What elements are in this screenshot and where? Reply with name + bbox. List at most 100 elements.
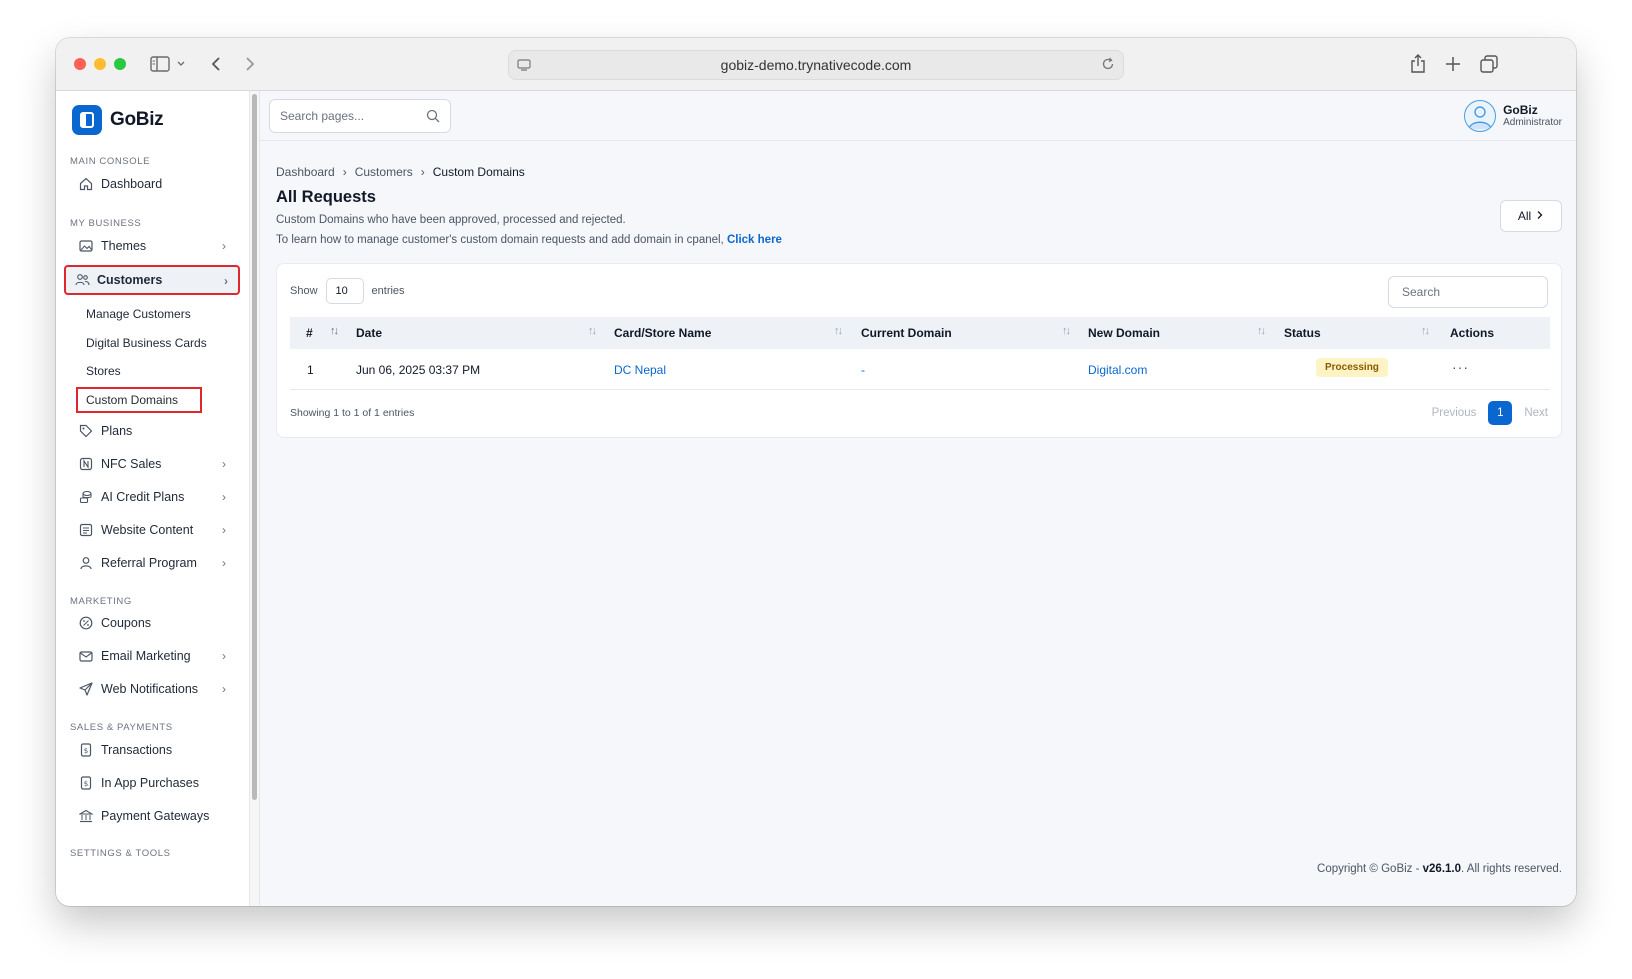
column-header-card-store-name[interactable]: Card/Store Name (614, 326, 711, 340)
pagination-previous[interactable]: Previous (1432, 407, 1477, 419)
sidebar-item-coupons[interactable]: Coupons (70, 609, 236, 637)
table-row: 1 Jun 06, 2025 03:37 PM DC Nepal - Digit… (290, 349, 1550, 390)
maximize-window-button[interactable] (114, 58, 126, 70)
sidebar-subitem-custom-domains[interactable]: Custom Domains (76, 387, 202, 413)
sidebar-item-customers[interactable]: Customers › (64, 265, 240, 295)
column-header-current-domain[interactable]: Current Domain (861, 326, 952, 340)
sidebar-scrollbar[interactable] (252, 94, 257, 800)
pagination-page-1[interactable]: 1 (1488, 401, 1513, 425)
sidebar-item-in-app-purchases[interactable]: $ In App Purchases (70, 769, 236, 797)
brand-logo[interactable]: GoBiz (72, 105, 164, 135)
url-text: gobiz-demo.trynativecode.com (720, 57, 912, 73)
page-size-control: Show 10 entries (290, 278, 405, 304)
breadcrumb-customers[interactable]: Customers (355, 165, 413, 179)
sidebar-item-email-marketing[interactable]: Email Marketing › (70, 642, 236, 670)
chevron-right-icon (1536, 209, 1544, 223)
sidebar-item-dashboard[interactable]: Dashboard (70, 170, 236, 198)
mail-icon (78, 648, 94, 664)
breadcrumb-dashboard[interactable]: Dashboard (276, 165, 335, 179)
row-actions-menu[interactable]: ··· (1452, 359, 1469, 375)
bank-icon (78, 808, 94, 824)
column-header-index[interactable]: # (306, 326, 313, 340)
sidebar-item-web-notifications[interactable]: Web Notifications › (70, 675, 236, 703)
column-header-status[interactable]: Status (1284, 326, 1321, 340)
sidebar-subitem-manage-customers[interactable]: Manage Customers (86, 307, 191, 321)
search-pages-placeholder: Search pages... (280, 109, 365, 123)
footer-prefix: Copyright © GoBiz - (1317, 863, 1420, 875)
coins-icon (78, 489, 94, 505)
filter-all-button[interactable]: All (1500, 200, 1562, 232)
tab-overview-icon[interactable] (1477, 52, 1501, 76)
send-icon (78, 681, 94, 697)
cell-new-domain[interactable]: Digital.com (1088, 363, 1147, 377)
requests-table-card: Show 10 entries Search # ↑↓ Date ↑↓ Card… (276, 263, 1562, 438)
page-description: Custom Domains who have been approved, p… (276, 214, 626, 226)
filter-all-label: All (1517, 209, 1532, 223)
sidebar-item-payment-gateways[interactable]: Payment Gateways (70, 802, 236, 830)
pagination-next[interactable]: Next (1524, 407, 1548, 419)
sidebar-item-nfc-sales[interactable]: NFC Sales › (70, 450, 236, 478)
sort-icon[interactable]: ↑↓ (330, 325, 339, 337)
sidebar-subitem-digital-business-cards[interactable]: Digital Business Cards (86, 336, 207, 350)
sidebar-item-label: Web Notifications (101, 682, 199, 696)
receipt-icon: $ (78, 742, 94, 758)
sidebar-item-label: Coupons (101, 616, 152, 630)
user-icon (78, 555, 94, 571)
new-tab-icon[interactable] (1441, 52, 1465, 76)
sidebar-item-referral-program[interactable]: Referral Program › (70, 549, 236, 577)
sidebar-item-plans[interactable]: Plans (70, 417, 236, 445)
chevron-right-icon: › (222, 682, 226, 696)
page-help-text: To learn how to manage customer's custom… (276, 234, 782, 246)
minimize-window-button[interactable] (94, 58, 106, 70)
sort-icon[interactable]: ↑↓ (1421, 325, 1430, 337)
search-pages-input[interactable]: Search pages... (269, 99, 451, 133)
back-icon[interactable] (204, 52, 228, 76)
column-header-date[interactable]: Date (356, 326, 382, 340)
sidebar-item-ai-credit-plans[interactable]: AI Credit Plans › (70, 483, 236, 511)
sidebar-item-website-content[interactable]: Website Content › (70, 516, 236, 544)
column-header-new-domain[interactable]: New Domain (1088, 326, 1160, 340)
sort-icon[interactable]: ↑↓ (1062, 325, 1071, 337)
percent-icon (78, 615, 94, 631)
forward-icon[interactable] (238, 52, 262, 76)
table-search-input[interactable]: Search (1388, 276, 1548, 308)
footer-suffix: . All rights reserved. (1461, 863, 1562, 875)
breadcrumb-separator: › (420, 165, 425, 179)
cell-card-store-name[interactable]: DC Nepal (614, 363, 666, 377)
home-icon (78, 176, 94, 192)
cell-date: Jun 06, 2025 03:37 PM (356, 363, 481, 377)
top-bar: Search pages... GoBiz Administrator (260, 91, 1576, 141)
user-role: Administrator (1503, 117, 1562, 128)
cell-current-domain[interactable]: - (861, 363, 865, 377)
page-title: All Requests (276, 188, 376, 206)
pagination: Previous 1 Next (1432, 401, 1548, 425)
sidebar-item-label: Email Marketing (101, 649, 191, 663)
sidebar-item-label: AI Credit Plans (101, 490, 185, 504)
close-window-button[interactable] (74, 58, 86, 70)
sidebar-subitem-stores[interactable]: Stores (86, 364, 121, 378)
site-settings-icon[interactable] (517, 58, 531, 75)
footer-version: v26.1.0 (1422, 863, 1462, 875)
sort-icon[interactable]: ↑↓ (588, 325, 597, 337)
page-size-select[interactable]: 10 (325, 278, 364, 304)
svg-text:$: $ (84, 780, 88, 788)
section-my-business: MY BUSINESS (70, 218, 142, 229)
chevron-right-icon: › (224, 274, 228, 288)
sidebar-item-label: Themes (101, 239, 147, 253)
reload-icon[interactable] (1101, 57, 1115, 74)
help-link[interactable]: Click here (727, 234, 782, 246)
sidebar-item-transactions[interactable]: $ Transactions (70, 736, 236, 764)
sidebar-toggle-icon[interactable] (148, 52, 188, 76)
section-main-console: MAIN CONSOLE (70, 156, 151, 167)
breadcrumb-current: Custom Domains (432, 165, 525, 179)
show-label: Show (290, 285, 318, 297)
user-menu[interactable]: GoBiz Administrator (1464, 100, 1562, 132)
sidebar-item-themes[interactable]: Themes › (70, 232, 236, 260)
share-icon[interactable] (1406, 52, 1430, 76)
sort-icon[interactable]: ↑↓ (1257, 325, 1266, 337)
nfc-icon (78, 456, 94, 472)
browser-titlebar: gobiz-demo.trynativecode.com (56, 38, 1576, 91)
users-icon (74, 272, 90, 288)
url-bar[interactable]: gobiz-demo.trynativecode.com (508, 50, 1124, 80)
sort-icon[interactable]: ↑↓ (834, 325, 843, 337)
